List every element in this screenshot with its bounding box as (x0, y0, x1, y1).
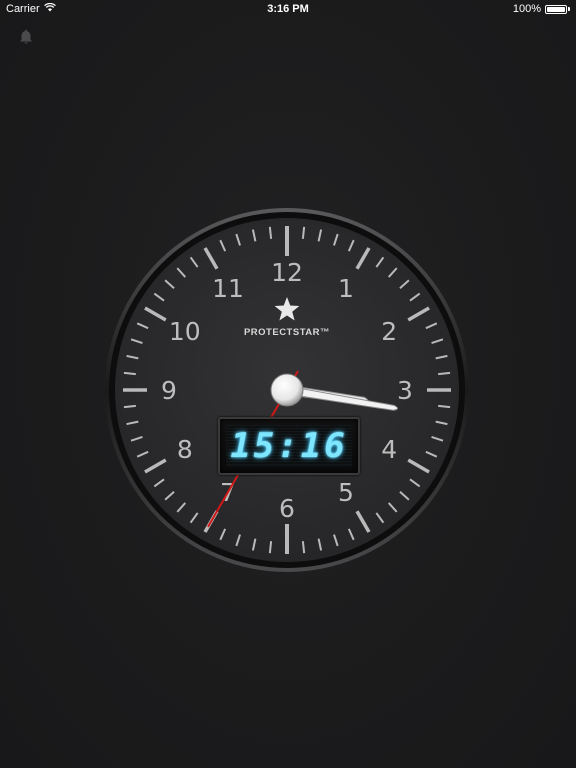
minute-tick (301, 541, 306, 554)
bell-icon (20, 29, 32, 44)
digital-time: 15:16 (230, 426, 348, 466)
hour-numeral: 6 (279, 494, 295, 523)
minute-tick (268, 226, 273, 239)
hour-numeral: 2 (381, 317, 397, 346)
hour-numeral: 11 (212, 274, 244, 303)
hour-numeral: 9 (161, 376, 177, 405)
alarm-button[interactable] (16, 28, 36, 48)
screen: Carrier 3:16 PM 100% 12 1 2 3 4 5 6 8 9 … (0, 0, 576, 768)
battery-tip (568, 7, 570, 11)
hour-numeral: 12 (271, 258, 303, 287)
status-time: 3:16 PM (267, 3, 309, 15)
minute-tick (268, 541, 273, 554)
hour-numeral: 8 (177, 435, 193, 464)
minute-tick (438, 371, 451, 376)
hour-numeral: 3 (397, 376, 413, 405)
minute-tick (123, 371, 136, 376)
battery-icon (545, 4, 567, 14)
status-right: 100% (513, 3, 570, 15)
hour-numeral: 1 (338, 274, 354, 303)
minute-tick (123, 404, 136, 409)
center-hub (270, 373, 304, 407)
minute-tick (438, 404, 451, 409)
hour-numeral: 4 (381, 435, 397, 464)
hour-numeral: 10 (169, 317, 201, 346)
status-bar: Carrier 3:16 PM 100% (0, 0, 576, 18)
analog-clock: 121234567891011 PROTECTSTAR™ (104, 207, 470, 573)
digital-display: 15:16 (218, 417, 360, 475)
battery-percent: 100% (512, 3, 541, 15)
hour-numeral: 5 (338, 478, 354, 507)
minute-tick (301, 226, 306, 239)
clock-face: 121234567891011 PROTECTSTAR™ (105, 208, 469, 572)
digital-screen: 15:16 (226, 425, 352, 467)
brand-label: PROTECTSTAR™ (244, 327, 330, 338)
